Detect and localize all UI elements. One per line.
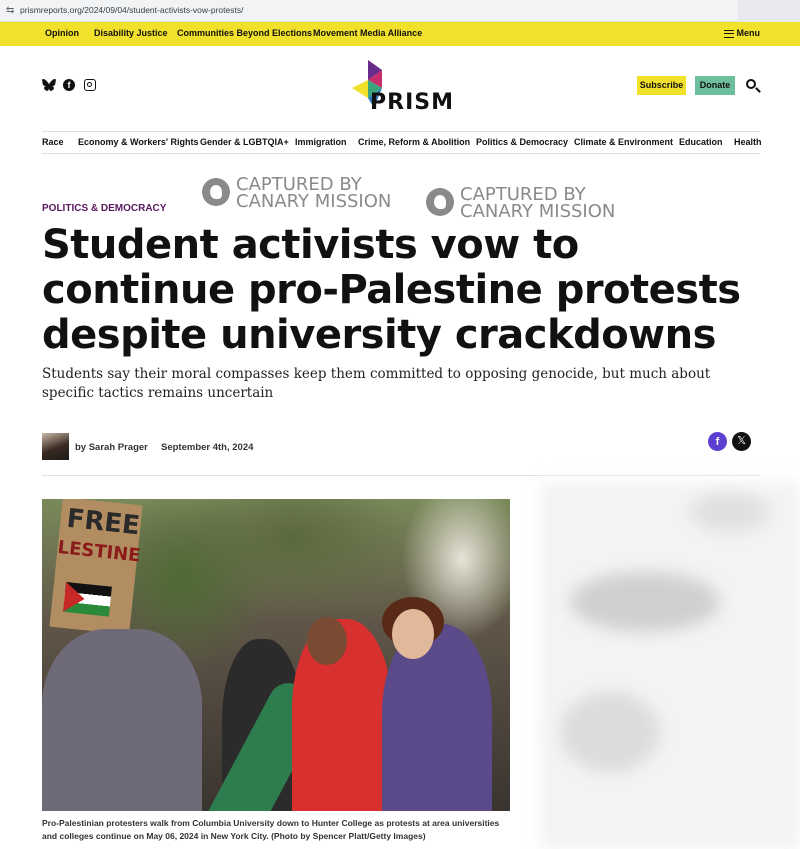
divider <box>42 153 760 154</box>
secnav-immigration-link[interactable]: Immigration <box>295 137 347 147</box>
url-text[interactable]: prismreports.org/2024/09/04/student-acti… <box>20 5 243 15</box>
secnav-health-link[interactable]: Health <box>734 137 762 147</box>
protester-figure <box>42 629 202 811</box>
blurred-shape <box>690 492 770 532</box>
protester-face <box>307 617 347 665</box>
topnav-disability-justice-link[interactable]: Disability Justice <box>94 28 168 38</box>
search-icon[interactable] <box>746 79 756 89</box>
photo-caption: Pro-Palestinian protesters walk from Col… <box>42 818 500 841</box>
protester-face <box>392 609 434 659</box>
secnav-gender-link[interactable]: Gender & LGBTQIA+ <box>200 137 289 147</box>
author-byline[interactable]: by Sarah Prager <box>75 442 148 453</box>
article-lead-photo: FREE LESTINE <box>42 499 510 811</box>
top-navigation-bar: Opinion Disability Justice Communities B… <box>0 22 800 46</box>
donate-button[interactable]: Donate <box>695 76 735 95</box>
blurred-shape <box>570 572 720 632</box>
palestine-flag-icon <box>63 581 112 617</box>
subscribe-button[interactable]: Subscribe <box>637 76 686 95</box>
hamburger-icon[interactable] <box>724 30 734 38</box>
watermark-line2: CANARY MISSION <box>236 191 392 212</box>
instagram-icon[interactable] <box>84 79 96 91</box>
menu-button[interactable]: Menu <box>737 28 761 38</box>
divider <box>42 475 760 476</box>
canary-bird-icon <box>426 188 454 216</box>
secnav-climate-link[interactable]: Climate & Environment <box>574 137 673 147</box>
author-avatar[interactable] <box>42 433 69 460</box>
publish-date: September 4th, 2024 <box>161 442 254 453</box>
article-title: Student activists vow to continue pro-Pa… <box>42 222 741 358</box>
share-x-icon[interactable]: 𝕏 <box>732 432 751 451</box>
browser-toolbar-area <box>738 0 800 22</box>
sidebar-ad-blurred <box>540 482 800 849</box>
protest-sign-text: FREE <box>65 503 142 542</box>
topnav-opinion-link[interactable]: Opinion <box>45 28 79 38</box>
site-info-icon[interactable]: ⇆ <box>6 5 14 16</box>
article-category-link[interactable]: POLITICS & DEMOCRACY <box>42 203 166 214</box>
topnav-communities-beyond-elections-link[interactable]: Communities Beyond Elections <box>177 28 312 38</box>
canary-bird-icon <box>202 178 230 206</box>
divider <box>42 131 760 132</box>
protest-sign: FREE LESTINE <box>49 499 143 635</box>
watermark-line2: CANARY MISSION <box>460 201 616 222</box>
secnav-politics-link[interactable]: Politics & Democracy <box>476 137 568 147</box>
facebook-icon[interactable]: f <box>63 79 75 91</box>
article-dek: Students say their moral compasses keep … <box>42 366 711 401</box>
secnav-race-link[interactable]: Race <box>42 137 64 147</box>
blurred-shape <box>560 692 660 772</box>
protest-sign-text: LESTINE <box>56 536 142 567</box>
bluesky-icon[interactable] <box>42 79 56 91</box>
browser-address-bar[interactable]: ⇆ prismreports.org/2024/09/04/student-ac… <box>0 0 800 22</box>
topnav-movement-media-alliance-link[interactable]: Movement Media Alliance <box>313 28 422 38</box>
prism-logo-wordmark[interactable]: PRISM <box>370 90 454 115</box>
secnav-education-link[interactable]: Education <box>679 137 723 147</box>
secnav-economy-link[interactable]: Economy & Workers' Rights <box>78 137 199 147</box>
share-facebook-icon[interactable]: f <box>708 432 727 451</box>
secnav-crime-reform-link[interactable]: Crime, Reform & Abolition <box>358 137 470 147</box>
